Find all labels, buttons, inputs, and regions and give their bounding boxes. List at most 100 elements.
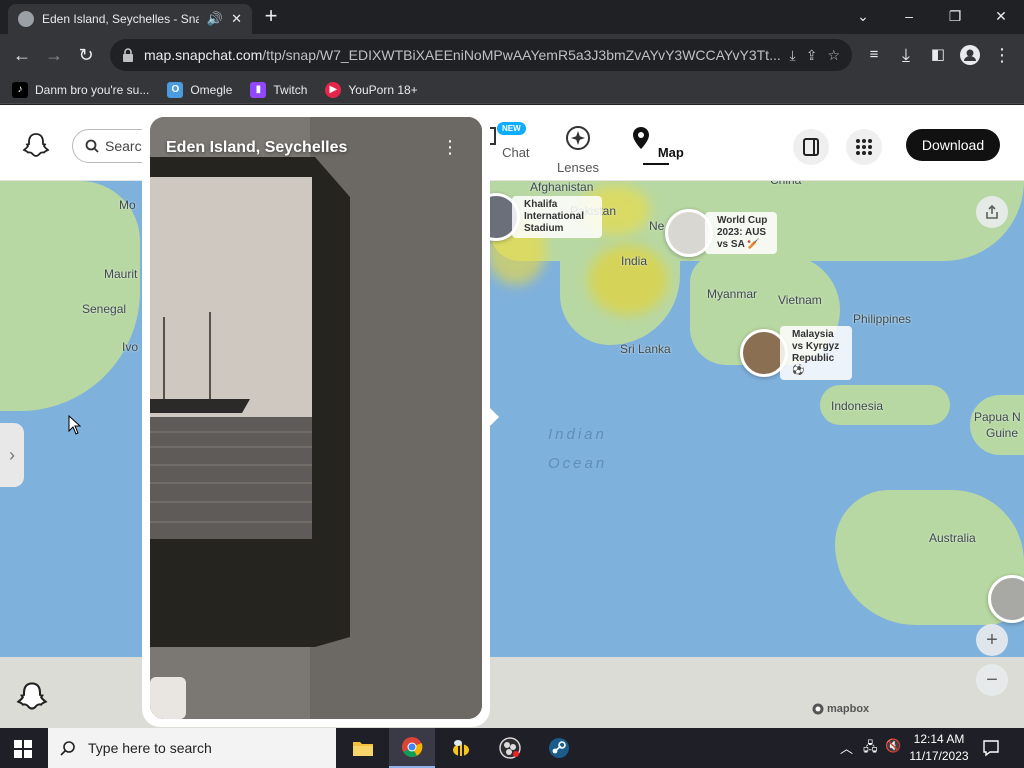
file-explorer-app[interactable] [340,728,386,768]
papua-land [970,395,1024,455]
bookmark-label: YouPorn 18+ [348,82,418,97]
africa-land [0,181,140,411]
windows-taskbar: Type here to search ︿ 🖧 🔇 12:14 AM 11/17… [0,728,1024,768]
map-label: Afghanistan [530,180,594,194]
story-pin[interactable] [988,575,1024,623]
browser-tab[interactable]: Eden Island, Seychelles - Snapchat 🔊 ✕ [8,4,252,34]
obs-app[interactable] [487,728,533,768]
story-pin[interactable]: World Cup 2023: AUS vs SA 🏏 [665,209,777,257]
bookmark-twitch[interactable]: ▮ Twitch [250,81,308,98]
share-icon[interactable]: ⇪ [806,47,818,64]
viewer-pointer [489,407,499,427]
share-icon [986,204,998,219]
address-bar[interactable]: map.snapchat.com/ttp/snap/W7_EDIXWTBiXAE… [110,39,852,71]
bee-app[interactable] [438,728,484,768]
tab-search-button[interactable]: ⌄ [840,0,886,32]
story-pin[interactable]: Malaysia vs Kyrgyz Republic ⚽ [740,326,852,380]
reload-icon[interactable]: ↻ [74,43,98,67]
system-clock[interactable]: 12:14 AM 11/17/2023 [905,731,973,765]
map-label: Maurit [104,267,138,281]
speaker-icon[interactable]: 🔊 [207,11,223,27]
bookmark-label: Omegle [190,82,233,97]
bee-icon [453,740,469,756]
bookmark-label: Twitch [273,82,308,97]
bookmarks-bar: ♪ Danm bro you're su... O Omegle ▮ Twitc… [0,76,1024,104]
ocean-label: Ocean [548,455,608,472]
browser-tab-strip: Eden Island, Seychelles - Snapchat 🔊 ✕ +… [0,0,1024,34]
steam-icon [549,738,569,758]
minimize-button[interactable]: – [886,0,932,32]
story-pin-caption: Khalifa International Stadium [512,196,602,238]
network-icon[interactable]: 🖧 [863,738,878,760]
install-app-icon[interactable]: ⤓ [790,47,796,64]
notification-icon[interactable] [982,739,1000,757]
share-map-button[interactable] [976,196,1008,228]
new-tab-button[interactable]: + [258,4,284,30]
zoom-in-button[interactable]: + [976,624,1008,656]
snapchat-ghost-icon[interactable] [22,131,50,159]
chrome-app[interactable] [389,728,435,768]
downloads-icon[interactable]: ⤓ [894,43,918,67]
bookmark-star-icon[interactable]: ☆ [827,47,840,64]
nav-map[interactable]: Map [621,125,691,165]
apps-grid-button[interactable] [846,129,882,165]
steam-app[interactable] [536,728,582,768]
map-label: Vietnam [778,293,822,307]
map-label: Papua N [974,410,1021,424]
windows-start-icon[interactable] [14,740,32,758]
map-label: Sri Lanka [620,342,671,356]
side-panel-icon[interactable]: ◧ [926,43,950,67]
map-label: Myanmar [707,287,758,301]
map-pin-icon [633,127,650,149]
story-media[interactable]: Eden Island, Seychelles ⋮ [150,117,482,719]
media-control-icon[interactable]: ≡ [862,43,886,67]
expand-sidebar-button[interactable]: › [0,423,24,487]
nav-label: Chat [502,145,530,160]
browser-menu-icon[interactable]: ⋮ [990,43,1014,67]
taskbar-search-box[interactable]: Type here to search [48,728,336,768]
back-arrow-icon[interactable]: ← [10,43,34,67]
new-badge: NEW [497,122,526,135]
panel-icon [803,138,819,156]
bookmark-label: Danm bro you're su... [35,82,150,97]
obs-icon [499,737,521,759]
bookmark-youporn[interactable]: ▶ YouPorn 18+ [325,81,418,98]
lock-icon [123,48,133,62]
nav-label: Map [657,145,684,160]
mapbox-attribution[interactable]: mapbox [812,703,869,715]
map-label: Australia [929,531,976,545]
tray-overflow-icon[interactable]: ︿ [840,738,853,757]
forward-arrow-icon[interactable]: → [42,43,66,67]
restore-button[interactable]: ❐ [932,0,978,32]
tiktok-icon: ♪ [12,81,28,98]
story-menu-button[interactable]: ⋮ [440,138,460,159]
story-viewer: Eden Island, Seychelles ⋮ [142,109,490,727]
profile-avatar-icon[interactable] [958,43,982,67]
map-label: Senegal [82,302,127,316]
zoom-out-button[interactable]: − [976,664,1008,696]
snapchat-ghost-icon[interactable] [16,680,48,712]
bookmark-omegle[interactable]: O Omegle [167,81,233,98]
nav-lenses[interactable]: Lenses [543,125,613,175]
tab-title: Eden Island, Seychelles - Snapchat [42,12,199,26]
map-label: Philippines [853,312,912,326]
clock-date: 11/17/2023 [909,749,969,763]
url-text: map.snapchat.com/ttp/snap/W7_EDIXWTBiXAE… [144,47,780,63]
snap-map-page: Mo Maurit Senegal Ivo Afghanistan Pakist… [0,105,1024,728]
map-label: Ne [649,219,665,233]
snapchat-favicon-icon [18,11,34,27]
mapbox-logo-icon [812,703,824,715]
download-button[interactable]: Download [906,129,1000,161]
volume-muted-icon[interactable]: 🔇 [885,738,901,754]
close-window-button[interactable]: ✕ [978,0,1024,32]
search-icon [60,741,75,756]
search-icon [85,139,99,153]
story-pin[interactable]: Khalifa International Stadium [472,193,602,241]
sidebar-toggle-button[interactable] [793,129,829,165]
active-tab-underline [643,163,669,165]
ocean-label: Indian [548,426,607,443]
browser-toolbar: ← → ↻ map.snapchat.com/ttp/snap/W7_EDIXW… [0,34,1024,76]
tab-close-icon[interactable]: ✕ [231,11,242,27]
bookmark-tiktok[interactable]: ♪ Danm bro you're su... [12,81,150,98]
omegle-icon: O [167,81,184,98]
